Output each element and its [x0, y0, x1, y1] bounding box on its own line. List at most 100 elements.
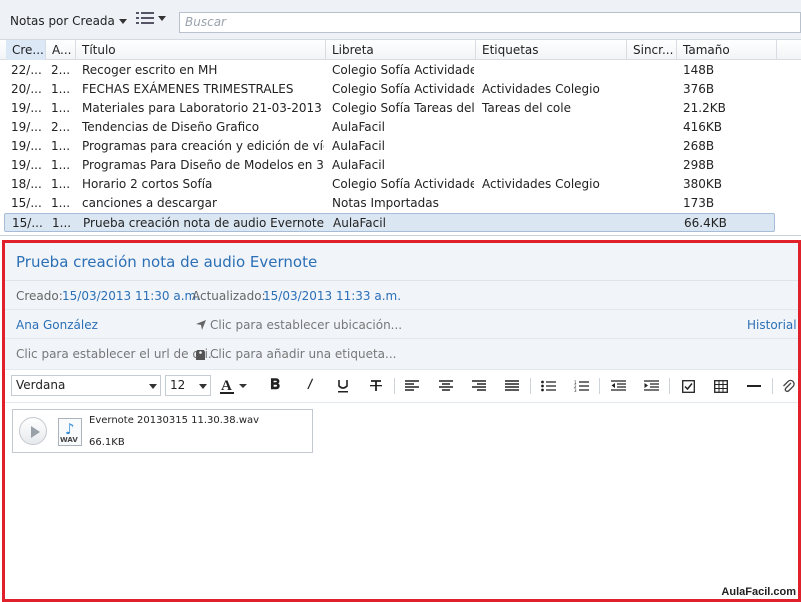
location-arrow-icon	[196, 320, 206, 330]
text-color-button[interactable]: A	[218, 376, 250, 396]
updated-value[interactable]: 15/03/2013 11:33 a.m.	[263, 289, 401, 303]
font-size-select[interactable]: 12	[165, 375, 211, 396]
bulleted-list-button[interactable]	[537, 376, 559, 396]
table-row[interactable]: 19/... 1... Materiales para Laboratorio 21…	[4, 99, 775, 118]
align-left-button[interactable]	[401, 376, 423, 396]
location-field[interactable]: Clic para establecer ubicación...	[210, 318, 402, 332]
align-right-button[interactable]	[468, 376, 490, 396]
cell-size: 66.4KB	[684, 216, 727, 230]
numbered-list-icon: 123	[574, 380, 589, 392]
table-row[interactable]: 15/... 1... canciones a descargar Notas Imp…	[4, 194, 775, 213]
cell-created: 19/...	[11, 158, 42, 172]
table-row[interactable]: 19/... 2... Tendencias de Diseño Grafico Au…	[4, 118, 775, 137]
cell-title: Programas Para Diseño de Modelos en 3D	[82, 158, 324, 172]
cell-title: Horario 2 cortos Sofía	[82, 177, 213, 191]
table-row[interactable]: 20/... 1... FECHAS EXÁMENES TRIMESTRALES Co…	[4, 80, 775, 99]
cell-size: 268B	[683, 139, 715, 153]
font-family-select[interactable]: Verdana	[11, 375, 161, 396]
updated-label: Actualizado:	[192, 289, 266, 303]
toolbar-divider	[599, 378, 600, 394]
column-header-notebook[interactable]: Libreta	[326, 40, 476, 60]
justify-icon	[505, 380, 519, 391]
column-header-updated[interactable]: A...	[46, 40, 76, 60]
chevron-down-icon	[149, 384, 157, 389]
search-input[interactable]: Buscar	[179, 12, 801, 33]
note-title[interactable]: Prueba creación nota de audio Evernote	[5, 243, 798, 281]
cell-updated: 1...	[51, 82, 71, 96]
table-header: Cre... A... Título Libreta Etiquetas Sin…	[0, 40, 801, 60]
column-header-title[interactable]: Título	[76, 40, 326, 60]
column-header-sync[interactable]: Sincr...	[627, 40, 677, 60]
cell-title: Recoger escrito en MH	[82, 63, 218, 77]
created-value[interactable]: 15/03/2013 11:30 a.m.	[62, 289, 200, 303]
view-options-button[interactable]	[136, 12, 166, 24]
table-button[interactable]	[710, 376, 732, 396]
svg-text:3: 3	[574, 388, 577, 392]
attach-button[interactable]	[779, 376, 797, 396]
sort-dropdown-label: Notas por Creada	[10, 14, 115, 28]
table-row[interactable]: 22/... 2... Recoger escrito en MH Colegio S…	[4, 61, 775, 80]
audio-attachment[interactable]: ♪ WAV Evernote 20130315 11.30.38.wav 66.…	[12, 409, 313, 453]
outdent-button[interactable]	[607, 376, 629, 396]
justify-button[interactable]	[501, 376, 523, 396]
play-button[interactable]	[19, 417, 47, 445]
checkbox-button[interactable]	[677, 376, 699, 396]
bold-icon: 𝐁	[270, 378, 280, 393]
cell-created: 19/...	[11, 101, 42, 115]
cell-updated: 1...	[51, 158, 71, 172]
italic-button[interactable]: 𝐼	[298, 376, 320, 396]
cell-created: 15/...	[12, 216, 43, 230]
notes-table: Cre... A... Título Libreta Etiquetas Sin…	[0, 40, 801, 236]
underline-icon	[338, 380, 348, 393]
watermark: AulaFacil.com	[721, 586, 796, 598]
formatting-toolbar: Verdana 12 A 𝐁 𝐼 1 2 3	[5, 370, 798, 403]
horizontal-rule-button[interactable]	[743, 376, 765, 396]
cell-tags	[479, 61, 625, 80]
note-url-tags-row: Clic para establecer el url de ori... Cl…	[5, 339, 798, 370]
column-header-tags[interactable]: Etiquetas	[476, 40, 627, 60]
cell-created: 19/...	[11, 120, 42, 134]
table-row[interactable]: 19/... 1... Programas Para Diseño de Model…	[4, 156, 775, 175]
align-center-button[interactable]	[435, 376, 457, 396]
sort-dropdown[interactable]: Notas por Creada	[10, 12, 127, 30]
cell-sync	[630, 99, 675, 118]
cell-created: 15/...	[11, 196, 42, 210]
cell-updated: 1...	[51, 196, 71, 210]
cell-size: 380KB	[683, 177, 723, 191]
wav-file-icon-label: WAV	[60, 436, 78, 444]
numbered-list-button[interactable]: 123	[570, 376, 592, 396]
cell-title: FECHAS EXÁMENES TRIMESTRALES	[82, 82, 294, 96]
history-link[interactable]: Historial d	[747, 318, 798, 332]
cell-sync	[630, 194, 675, 213]
cell-sync	[631, 214, 676, 233]
cell-sync	[630, 61, 675, 80]
underline-button[interactable]	[332, 376, 354, 396]
cell-notebook: Notas Importadas	[332, 196, 439, 210]
table-row[interactable]: 19/... 1... Programas para creación y edic…	[4, 137, 775, 156]
cell-sync	[630, 118, 675, 137]
tag-field[interactable]: Clic para añadir una etiqueta...	[210, 347, 396, 361]
cell-title: canciones a descargar	[82, 196, 217, 210]
cell-notebook: AulaFacil	[332, 158, 385, 172]
cell-tags	[479, 156, 625, 175]
italic-icon: 𝐼	[307, 378, 311, 393]
column-header-size[interactable]: Tamaño	[677, 40, 777, 60]
notes-toolbar: Notas por Creada Buscar	[0, 0, 801, 40]
table-row[interactable]: 15/... 1... Prueba creación nota de audio …	[4, 213, 775, 232]
cell-created: 18/...	[11, 177, 42, 191]
indent-button[interactable]	[640, 376, 662, 396]
tag-icon	[196, 350, 205, 360]
table-row[interactable]: 18/... 1... Horario 2 cortos Sofía Colegio …	[4, 175, 775, 194]
strikethrough-button[interactable]	[365, 376, 387, 396]
table-icon	[714, 379, 728, 393]
author-link[interactable]: Ana González	[16, 318, 98, 332]
cell-sync	[630, 156, 675, 175]
cell-tags: Actividades Colegio	[482, 82, 600, 96]
cell-tags	[479, 194, 625, 213]
column-header-created[interactable]: Cre...	[6, 40, 46, 60]
cell-notebook: AulaFacil	[332, 139, 385, 153]
font-size-value: 12	[170, 378, 186, 392]
bold-button[interactable]: 𝐁	[264, 376, 286, 396]
source-url-field[interactable]: Clic para establecer el url de ori...	[16, 347, 219, 361]
cell-updated: 1...	[51, 101, 71, 115]
